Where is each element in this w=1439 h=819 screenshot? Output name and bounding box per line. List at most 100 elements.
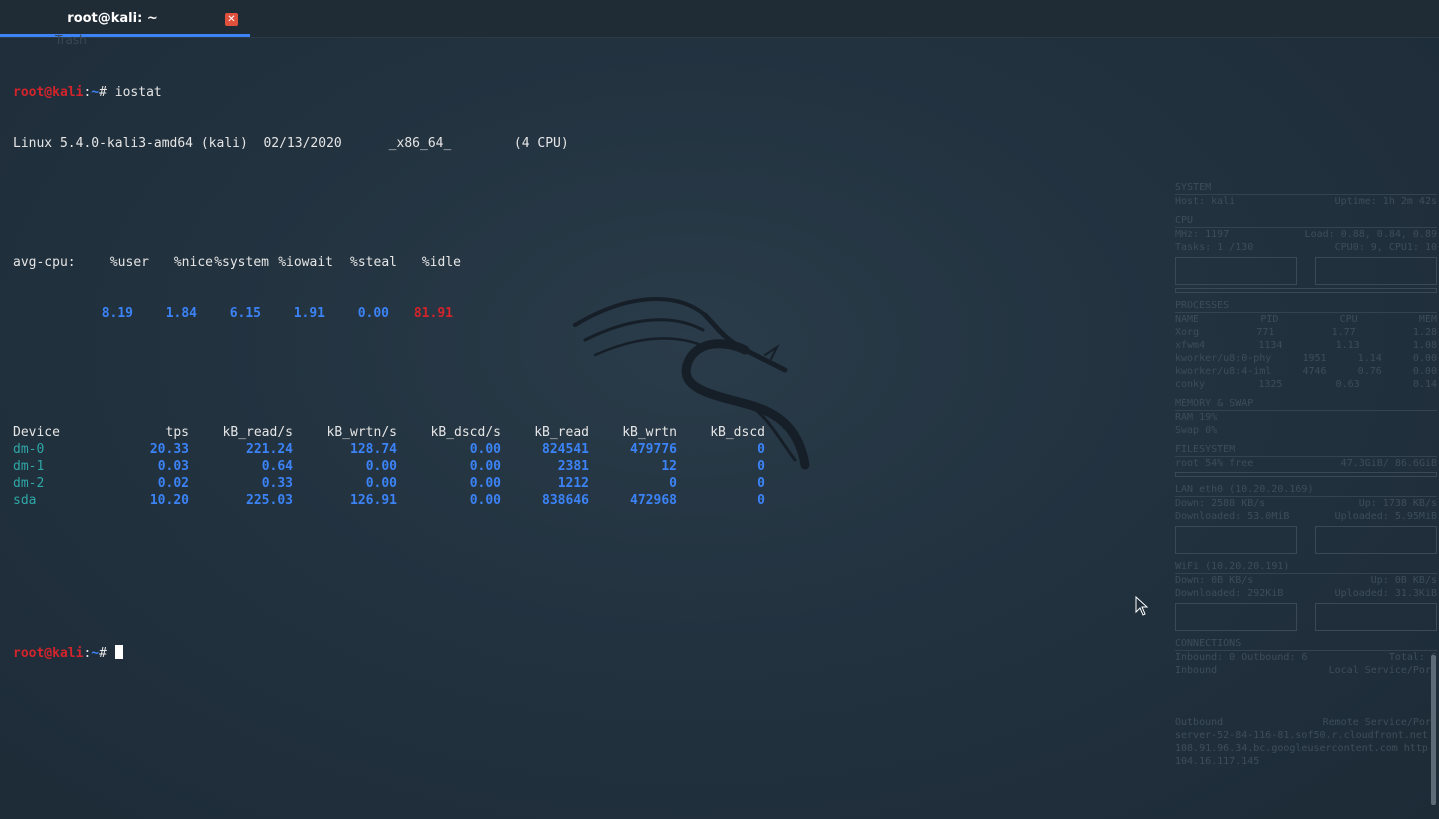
col-kb-read: kB_read [534,425,589,440]
conky-tasks: Tasks: 1 /130 [1175,242,1254,253]
lan-down: Down: 2588 KB/s [1175,498,1266,509]
col-device: Device [13,425,60,440]
lan-up: Up: 1738 KB/s [1358,498,1437,509]
cpu-col-user: %user [109,255,149,270]
prompt-user: root@kali [13,85,84,100]
prompt-path: ~ [91,646,100,661]
device-table: Device tps kB_read/s kB_wrtn/s kB_dscd/s… [13,424,765,509]
conn-inbound-label: Inbound [1175,665,1218,676]
device-name: dm-2 [13,476,45,491]
proc-col-cpu: CPU [1339,314,1358,325]
conky-fs-bar [1175,472,1437,477]
col-kb-dscd: kB_dscd [710,425,765,440]
conn-outbound-label: Outbound [1175,717,1224,728]
col-kb-read-s: kB_read/s [222,425,293,440]
device-name: sda [13,493,37,508]
table-row: dm-0 20.33 221.24 128.74 0.00 824541 479… [13,441,765,458]
sysinfo-line: Linux 5.4.0-kali3-amd64 (kali) 02/13/202… [13,136,569,151]
prompt-line-active[interactable]: root@kali:~# [13,645,765,662]
cpu-label: avg-cpu: [13,255,76,270]
cpu0-graph [1175,257,1297,285]
mouse-pointer-icon [1135,596,1149,616]
conky-cpu-graphs [1175,257,1437,285]
conky-cpus: CPU0: 9, CPU1: 10 [1334,242,1437,253]
col-kb-dscd-s: kB_dscd/s [430,425,501,440]
conn-out-3: 104.16.117.145 [1175,756,1260,767]
device-tps: 0.03 [157,459,189,474]
list-item: xfwm4 1134 1.13 1.08 [1175,340,1437,351]
device-header-row: Device tps kB_read/s kB_wrtn/s kB_dscd/s… [13,424,765,441]
cpu-col-nice: %nice [173,255,213,270]
col-kb-wrtn-s: kB_wrtn/s [326,425,397,440]
conn-out-1: server-52-84-116-81.sof50.r.cloudfront.n… [1175,730,1428,741]
conky-swap: Swap 0% [1175,425,1218,436]
conky-root: root 54% free [1175,458,1254,469]
conn-inbound: Inbound: 0 Outbound: 6 [1175,652,1308,663]
device-read: 838646 [542,493,589,508]
device-dscd-s: 0.00 [469,459,501,474]
cpu-col-iowait: %iowait [278,255,333,270]
device-name: dm-1 [13,459,45,474]
tab-terminal[interactable]: root@kali: ~ ✕ [0,0,250,37]
prompt-path: ~ [91,85,100,100]
conky-load: Load: 0.88, 0.84, 0.89 [1304,229,1437,240]
device-read-s: 0.64 [261,459,293,474]
device-dscd: 0 [757,459,765,474]
cpu-col-steal: %steal [350,255,397,270]
col-tps: tps [165,425,189,440]
device-tps: 0.02 [157,476,189,491]
device-dscd-s: 0.00 [469,476,501,491]
cpu-idle-value: 81.91 [413,306,453,321]
conky-mhz: MHz: 1197 [1175,229,1230,240]
tab-bar: root@kali: ~ ✕ [0,0,1439,38]
wifi-up: Up: 0B KB/s [1370,575,1437,586]
wifi-uploaded: Uploaded: 31.3KiB [1334,588,1437,599]
prompt-line: root@kali:~# iostat [13,84,765,101]
conky-uptime: Uptime: 1h 2m 42s [1334,196,1437,207]
cpu-system-value: 6.15 [229,306,261,321]
table-row: dm-1 0.03 0.64 0.00 0.00 2381 12 0 [13,458,765,475]
list-item: kworker/u8:4-iml 4746 0.76 0.00 [1175,366,1437,377]
device-dscd: 0 [757,493,765,508]
conn-total: Total: 6 [1388,652,1437,663]
device-wrtn-s: 128.74 [350,442,397,457]
proc-col-name: NAME [1175,314,1200,325]
terminal-scrollbar[interactable] [1431,655,1436,805]
conn-out-2: 108.91.96.34.bc.googleusercontent.com ht… [1175,743,1428,754]
terminal-output[interactable]: root@kali:~# iostat Linux 5.4.0-kali3-am… [13,50,765,679]
conky-ram: RAM 19% [1175,412,1218,423]
text-cursor [114,645,123,659]
conky-fs-header: FILESYSTEM [1175,443,1437,457]
cpu-nice-value: 1.84 [165,306,197,321]
cpu-col-idle: %idle [421,255,461,270]
cpu1-graph [1315,257,1437,285]
conky-proc-header: PROCESSES [1175,299,1437,313]
list-item: conky 1325 0.63 0.14 [1175,379,1437,390]
device-wrtn: 0 [669,476,677,491]
conky-lan-graphs [1175,526,1437,554]
device-read-s: 221.24 [246,442,293,457]
cpu-values-row: 8.19 1.84 6.15 1.91 0.00 81.91 [13,305,765,322]
close-icon[interactable]: ✕ [225,13,238,26]
cpu-header-row: avg-cpu: %user %nice %system %iowait %st… [13,254,765,271]
conky-host: Host: kali [1175,196,1236,207]
col-kb-wrtn: kB_wrtn [622,425,677,440]
conn-local-service: Local Service/Port [1328,665,1437,676]
desktop-trash-label: Trash [55,33,87,47]
conky-cpu-header: CPU [1175,214,1437,228]
conky-root-size: 47.3GiB/ 86.6GiB [1340,458,1437,469]
conky-system-header: SYSTEM [1175,181,1437,195]
proc-col-mem: MEM [1418,314,1437,325]
device-dscd: 0 [757,476,765,491]
device-read: 1212 [557,476,589,491]
cpu-user-value: 8.19 [101,306,133,321]
device-wrtn-s: 126.91 [350,493,397,508]
tab-title: root@kali: ~ [67,11,158,26]
conky-cpu-bar [1175,288,1437,293]
wifi-down: Down: 0B KB/s [1175,575,1254,586]
proc-col-pid: PID [1260,314,1279,325]
device-wrtn: 12 [661,459,677,474]
device-dscd-s: 0.00 [469,493,501,508]
